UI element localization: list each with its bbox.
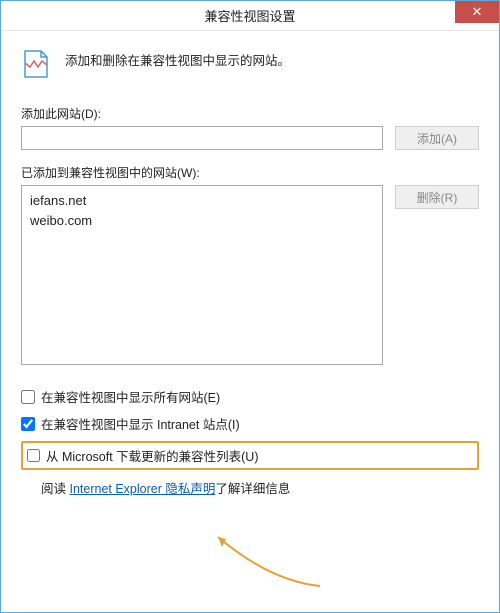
checkbox-download-list-label: 从 Microsoft 下载更新的兼容性列表(U)	[46, 446, 259, 465]
dialog-content: 添加和删除在兼容性视图中显示的网站。 添加此网站(D): 添加(A) 已添加到兼…	[1, 31, 499, 612]
privacy-row: 阅读 Internet Explorer 隐私声明了解详细信息	[21, 478, 479, 497]
titlebar: 兼容性视图设置 ✕	[1, 1, 499, 31]
list-item[interactable]: weibo.com	[30, 211, 374, 231]
close-button[interactable]: ✕	[455, 1, 499, 23]
list-label: 已添加到兼容性视图中的网站(W):	[21, 164, 479, 181]
dialog-window: 兼容性视图设置 ✕ 添加和删除在兼容性视图中显示的网站。 添加此网站(D): 添…	[0, 0, 500, 613]
checkbox-show-intranet-label: 在兼容性视图中显示 Intranet 站点(I)	[41, 414, 240, 433]
checkbox-show-all-label: 在兼容性视图中显示所有网站(E)	[41, 387, 220, 406]
header-description: 添加和删除在兼容性视图中显示的网站。	[65, 49, 290, 71]
checkbox-show-intranet[interactable]: 在兼容性视图中显示 Intranet 站点(I)	[21, 414, 479, 433]
header-row: 添加和删除在兼容性视图中显示的网站。	[21, 45, 479, 79]
list-row: iefans.net weibo.com 删除(R)	[21, 185, 479, 365]
add-site-input[interactable]	[21, 126, 383, 150]
annotation-arrow-icon	[210, 531, 330, 591]
window-title: 兼容性视图设置	[1, 6, 499, 25]
checkbox-show-all[interactable]: 在兼容性视图中显示所有网站(E)	[21, 387, 479, 406]
list-item[interactable]: iefans.net	[30, 191, 374, 211]
close-icon: ✕	[472, 4, 483, 20]
remove-button[interactable]: 删除(R)	[395, 185, 479, 209]
add-label: 添加此网站(D):	[21, 105, 479, 122]
checkbox-show-all-input[interactable]	[21, 390, 35, 404]
privacy-link[interactable]: Internet Explorer 隐私声明	[69, 482, 215, 496]
checkbox-download-list[interactable]: 从 Microsoft 下载更新的兼容性列表(U)	[21, 441, 479, 470]
checkbox-show-intranet-input[interactable]	[21, 417, 35, 431]
add-row: 添加(A)	[21, 126, 479, 150]
privacy-suffix: 了解详细信息	[215, 482, 290, 496]
add-button[interactable]: 添加(A)	[395, 126, 479, 150]
broken-page-icon	[21, 49, 51, 79]
sites-listbox[interactable]: iefans.net weibo.com	[21, 185, 383, 365]
checkbox-download-list-input[interactable]	[27, 449, 40, 462]
privacy-prefix: 阅读	[41, 482, 69, 496]
